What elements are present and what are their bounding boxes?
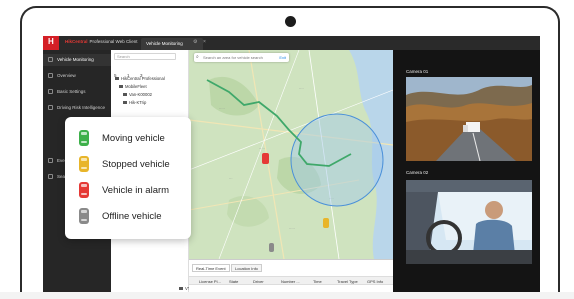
sidebar-item-overview[interactable]: Overview xyxy=(43,70,111,82)
tree-node[interactable]: Van-K00002 xyxy=(123,92,152,97)
legend-label: Moving vehicle xyxy=(102,133,165,144)
legend-label: Vehicle in alarm xyxy=(102,185,170,196)
search-icon xyxy=(48,174,53,179)
monitor-icon xyxy=(48,57,53,62)
legend-item-moving: Moving vehicle xyxy=(78,129,188,147)
tab-settings-icon[interactable]: ⚙ xyxy=(193,39,197,45)
sidebar-item-vehicle-monitoring[interactable]: Vehicle Monitoring xyxy=(43,54,111,66)
event-icon xyxy=(48,158,53,163)
search-icon: ⌕ xyxy=(196,54,199,60)
sidebar-item-label: Basic Settings xyxy=(57,89,86,94)
app-title: HikCentral Professional Web Client xyxy=(65,39,138,44)
tab-real-time-event[interactable]: Real-Time Event xyxy=(192,264,230,272)
sidebar-item-driving-risk[interactable]: Driving Risk Intelligence xyxy=(43,102,111,114)
map-canvas[interactable]: ·············· ············ xyxy=(189,50,393,259)
app-logo: H xyxy=(43,36,59,50)
column-header[interactable]: Number ... xyxy=(281,279,300,284)
svg-text:·····: ····· xyxy=(219,107,225,111)
tab-location-info[interactable]: Location Info xyxy=(231,264,262,272)
camera-01-label: Camera 01 xyxy=(406,69,429,74)
offline-vehicle-marker xyxy=(269,243,274,252)
title-bar: H HikCentral Professional Web Client Vehi… xyxy=(43,36,540,50)
legend-label: Stopped vehicle xyxy=(102,159,170,170)
map-search-placeholder: Search an area for vehicle search xyxy=(203,55,263,60)
tab-close-icon[interactable]: × xyxy=(203,39,206,45)
settings-icon xyxy=(48,89,53,94)
column-header[interactable]: GPS Info xyxy=(367,279,383,284)
green-vehicle-icon xyxy=(79,130,89,146)
camera-01-feed[interactable] xyxy=(406,77,532,161)
legend-label: Offline vehicle xyxy=(102,211,162,222)
risk-icon xyxy=(48,105,53,110)
column-header[interactable]: Time xyxy=(313,279,322,284)
sidebar-item-label: Overview xyxy=(57,73,76,78)
camera-panel: Camera 01 Camera 02 xyxy=(393,50,540,299)
column-header[interactable]: Driver xyxy=(253,279,264,284)
vehicle-count-badges: 5 1 3 xyxy=(114,64,184,78)
tree-node[interactable]: MobileFleet xyxy=(119,84,147,89)
webcam-dot xyxy=(285,16,296,27)
column-header[interactable]: License Pl... xyxy=(199,279,221,284)
legend-item-alarm: Vehicle in alarm xyxy=(78,181,188,199)
tree-node[interactable]: HikCentral Professional xyxy=(115,76,165,81)
table-header: License Pl... State Driver Number ... Ti… xyxy=(189,276,393,285)
overview-icon xyxy=(48,73,53,78)
sidebar-item-basic-settings[interactable]: Basic Settings xyxy=(43,86,111,98)
svg-text:·····: ····· xyxy=(259,147,265,151)
svg-text:·····: ····· xyxy=(289,227,295,231)
camera-02-label: Camera 02 xyxy=(406,170,429,175)
yellow-vehicle-icon xyxy=(79,156,89,172)
legend-item-stopped: Stopped vehicle xyxy=(78,155,188,173)
svg-text:····: ···· xyxy=(299,87,304,91)
tree-search-input[interactable]: Search xyxy=(114,53,176,60)
alarm-vehicle-marker xyxy=(262,153,269,164)
vehicle-status-legend: Moving vehicle Stopped vehicle Vehicle i… xyxy=(65,117,191,239)
stopped-vehicle-marker xyxy=(323,218,329,228)
map-view[interactable]: ·············· ············ xyxy=(189,50,393,259)
sidebar-item-label: Vehicle Monitoring xyxy=(57,57,94,62)
map-search-exit-button[interactable]: Exit xyxy=(279,55,286,60)
red-vehicle-icon xyxy=(79,182,89,198)
product-illustration: H HikCentral Professional Web Client Vehi… xyxy=(0,0,574,299)
svg-text:···: ··· xyxy=(229,177,233,181)
camera-02-feed[interactable] xyxy=(406,180,532,264)
grey-vehicle-icon xyxy=(79,208,89,224)
tree-node[interactable]: Hik-KTrip xyxy=(123,100,146,105)
column-header[interactable]: State xyxy=(229,279,238,284)
map-area-search[interactable]: ⌕ Search an area for vehicle search Exit xyxy=(194,53,289,62)
laptop-deck xyxy=(0,292,574,299)
legend-item-offline: Offline vehicle xyxy=(78,207,188,225)
column-header[interactable]: Travel Type xyxy=(337,279,358,284)
sidebar-item-label: Driving Risk Intelligence xyxy=(57,105,106,110)
